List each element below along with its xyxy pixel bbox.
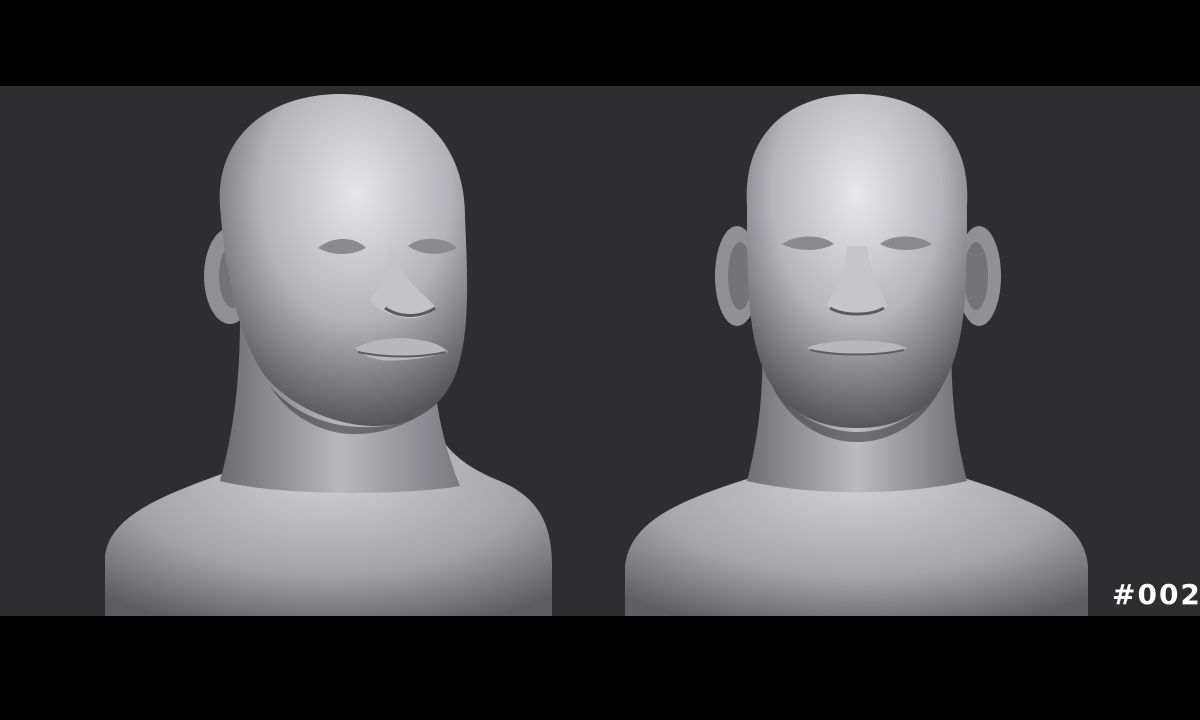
sculpt-viewport: #002	[0, 86, 1200, 616]
bust-three-quarter-view	[100, 86, 555, 616]
bust-front-view	[622, 86, 1092, 616]
image-number-label: #002	[1112, 578, 1200, 611]
letterbox-top-bar	[0, 0, 1200, 86]
letterbox-bottom-bar	[0, 616, 1200, 720]
